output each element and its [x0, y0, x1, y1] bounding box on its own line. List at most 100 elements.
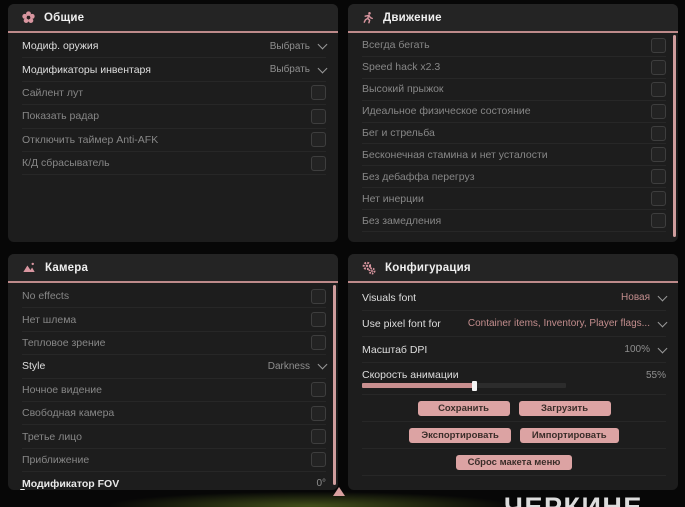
row-label: Показать радар	[22, 110, 100, 123]
row-label: Сайлент лут	[22, 86, 84, 99]
panel-general: Общие Модиф. оружия Выбрать Модификаторы и…	[8, 4, 338, 242]
action-button[interactable]: Импортировать	[519, 427, 619, 443]
slider-thumb[interactable]	[20, 489, 25, 490]
checkbox[interactable]	[651, 59, 666, 75]
checkbox[interactable]	[651, 191, 666, 207]
chevron-down-icon	[657, 317, 668, 327]
row-checkbox: Тепловое зрение	[22, 332, 326, 356]
dropdown[interactable]: Container items, Inventory, Player flags…	[468, 317, 668, 329]
panel-body: Visuals font Новая Use pixel font for Conta…	[348, 283, 678, 476]
dropdown[interactable]: 100%	[624, 343, 668, 355]
checkbox[interactable]	[311, 429, 326, 445]
row-label: Style	[22, 360, 46, 373]
row-slider: Модификатор FOV 0°	[20, 472, 326, 490]
runner-icon	[362, 11, 374, 24]
checkbox[interactable]	[311, 382, 326, 398]
row-dropdown: Use pixel font for Container items, Inven…	[362, 311, 668, 337]
row-checkbox: Ночное видение	[22, 379, 326, 402]
gears-icon	[362, 261, 376, 275]
row-label: Идеальное физическое состояние	[362, 105, 531, 118]
dropdown[interactable]: Новая	[621, 291, 668, 303]
row-label: Отключить таймер Anti-AFK	[22, 133, 159, 146]
mouse-cursor	[333, 487, 345, 496]
dropdown-value: Выбрать	[269, 64, 310, 76]
row-checkbox: Третье лицо	[22, 425, 326, 449]
checkbox[interactable]	[311, 155, 326, 171]
chevron-down-icon	[317, 39, 328, 50]
checkbox[interactable]	[651, 147, 666, 163]
chevron-down-icon	[317, 359, 328, 370]
mountains-icon	[22, 261, 36, 274]
row-label: Без замедления	[362, 214, 442, 227]
checkbox[interactable]	[651, 37, 666, 53]
checkbox[interactable]	[651, 213, 666, 229]
row-dropdown: Style Darkness	[22, 355, 328, 379]
checkbox[interactable]	[651, 103, 666, 119]
dropdown[interactable]: Выбрать	[269, 63, 328, 76]
row-checkbox: Нет шлема	[22, 308, 326, 332]
action-button[interactable]: Экспортировать	[409, 427, 511, 443]
slider-thumb[interactable]	[472, 380, 478, 391]
slider-track[interactable]	[362, 380, 566, 391]
checkbox[interactable]	[311, 132, 326, 148]
slider-value: 0°	[316, 478, 326, 490]
checkbox[interactable]	[311, 85, 326, 101]
row-label: Модификатор FOV	[22, 477, 120, 490]
row-checkbox: Свободная камера	[22, 402, 326, 426]
panel-title: Движение	[383, 11, 442, 24]
panel-movement: Движение Всегда бегать Speed hack x2.3 Выс…	[348, 4, 678, 242]
row-checkbox: Без замедления	[362, 210, 666, 233]
row-checkbox: Бесконечная стамина и нет усталости	[362, 144, 666, 167]
row-label: Нет инерции	[362, 192, 424, 205]
checkbox[interactable]	[311, 108, 326, 124]
row-label: Третье лицо	[22, 430, 82, 443]
row-label: Без дебаффа перегруз	[362, 170, 475, 183]
slider-fill	[362, 383, 475, 388]
dropdown[interactable]: Darkness	[268, 359, 328, 372]
row-label: Бег и стрельба	[362, 127, 435, 139]
dropdown-value: 100%	[624, 344, 650, 355]
row-checkbox: Speed hack x2.3	[362, 57, 666, 79]
row-checkbox: Высокий прыжок	[362, 79, 666, 101]
dropdown-value: Новая	[621, 292, 650, 303]
row-dropdown: Модификаторы инвентаря Выбрать	[22, 58, 328, 82]
scrollbar[interactable]	[333, 285, 336, 485]
row-label: Тепловое зрение	[22, 336, 106, 349]
row-label: К/Д сбрасыватель	[22, 157, 110, 170]
row-label: Speed hack x2.3	[362, 61, 441, 74]
dropdown-value: Выбрать	[269, 40, 310, 52]
checkbox[interactable]	[311, 405, 326, 421]
chevron-down-icon	[657, 343, 668, 353]
checkbox[interactable]	[311, 288, 326, 304]
row-label: Нет шлема	[22, 313, 77, 326]
action-button[interactable]: Сброс макета меню	[455, 454, 573, 470]
action-button[interactable]: Загрузить	[518, 400, 611, 416]
checkbox[interactable]	[651, 125, 666, 141]
panel-header: Конфигурация	[348, 254, 678, 283]
row-dropdown: Масштаб DPI 100%	[362, 337, 668, 363]
row-label: No effects	[22, 290, 70, 303]
row-checkbox: Показать радар	[22, 105, 326, 129]
checkbox[interactable]	[311, 335, 326, 351]
scrollbar[interactable]	[673, 35, 676, 237]
row-slider: Скорость анимации 55%	[362, 363, 666, 395]
checkbox[interactable]	[651, 169, 666, 185]
background-location-text: ЧЕРКИНЕ	[504, 492, 643, 507]
checkbox[interactable]	[311, 312, 326, 328]
row-label: Масштаб DPI	[362, 343, 428, 356]
chevron-down-icon	[657, 291, 668, 301]
row-label: Скорость анимации	[362, 369, 459, 381]
panel-header: Движение	[348, 4, 678, 33]
flower-icon	[22, 11, 35, 24]
button-row: Сохранить Загрузить	[362, 395, 666, 422]
checkbox[interactable]	[311, 452, 326, 468]
panel-title: Общие	[44, 11, 85, 24]
slider-row-top: Скорость анимации 55%	[362, 369, 666, 381]
dropdown[interactable]: Выбрать	[269, 39, 328, 52]
row-label: Высокий прыжок	[362, 83, 444, 96]
row-checkbox: Отключить таймер Anti-AFK	[22, 129, 326, 152]
action-button[interactable]: Сохранить	[417, 400, 510, 416]
row-dropdown: Модиф. оружия Выбрать	[22, 35, 328, 59]
checkbox[interactable]	[651, 81, 666, 97]
row-checkbox: Сайлент лут	[22, 82, 326, 106]
